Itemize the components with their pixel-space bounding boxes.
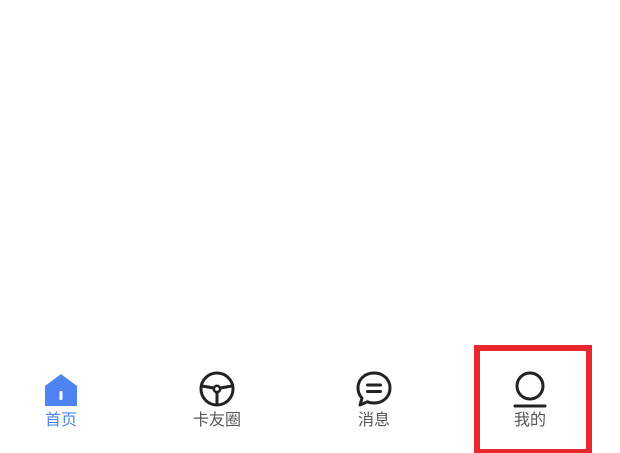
- tab-home-label: 首页: [44, 410, 77, 429]
- content-area: [0, 0, 620, 350]
- bottom-tab-bar: 首页 卡友圈 消息 我的: [0, 350, 620, 453]
- user-icon: [510, 369, 550, 409]
- chat-bubble-icon: [354, 369, 394, 409]
- app-screen: 首页 卡友圈 消息 我的: [0, 0, 620, 453]
- tab-mine[interactable]: 我的: [475, 350, 585, 453]
- home-icon: [41, 369, 81, 409]
- tab-truck-circle-label: 卡友圈: [192, 410, 241, 429]
- tab-messages-label: 消息: [357, 410, 390, 429]
- tab-truck-circle[interactable]: 卡友圈: [162, 350, 272, 453]
- tab-messages[interactable]: 消息: [319, 350, 429, 453]
- tab-home[interactable]: 首页: [6, 350, 116, 453]
- steering-wheel-icon: [197, 369, 237, 409]
- tab-mine-label: 我的: [513, 410, 546, 429]
